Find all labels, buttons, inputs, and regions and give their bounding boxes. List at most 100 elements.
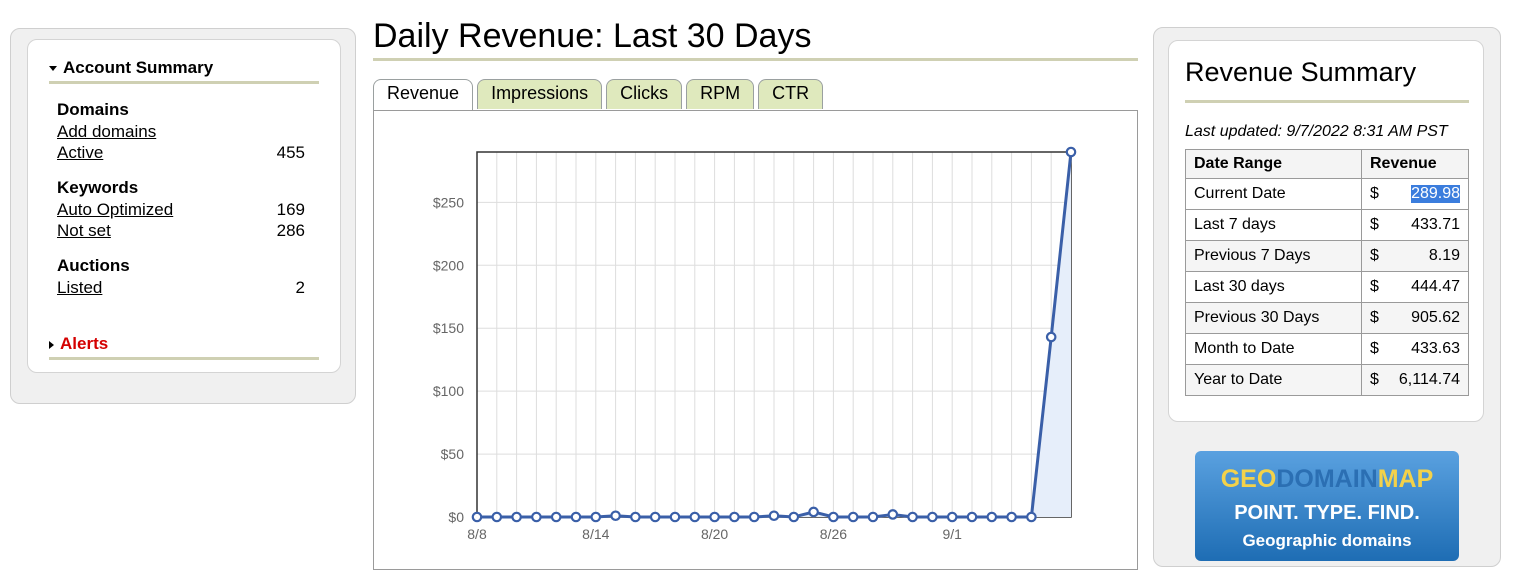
domains-title: Domains xyxy=(57,100,129,119)
data-point xyxy=(471,511,483,523)
tab-ctr[interactable]: CTR xyxy=(758,79,824,109)
row-value: 433.71 xyxy=(1411,216,1460,233)
currency-symbol: $ xyxy=(1370,247,1379,264)
x-tick-label: 8/8 xyxy=(467,526,487,542)
revenue-summary-card: Revenue Summary Last updated: 9/7/2022 8… xyxy=(1168,40,1484,422)
row-amount: $6,114.74 xyxy=(1361,364,1469,396)
row-range: Previous 7 Days xyxy=(1185,240,1362,272)
data-point xyxy=(946,511,958,523)
y-tick-label: $0 xyxy=(448,509,464,525)
tab-impressions[interactable]: Impressions xyxy=(477,79,603,109)
logo-domain: DOMAIN xyxy=(1276,465,1378,493)
currency-symbol: $ xyxy=(1370,278,1379,295)
table-row: Current Date $289.98 xyxy=(1185,178,1469,210)
tab-clicks[interactable]: Clicks xyxy=(606,79,683,109)
row-amount: $444.47 xyxy=(1361,271,1469,303)
data-point xyxy=(927,511,938,523)
row-amount: $905.62 xyxy=(1361,302,1469,334)
data-point xyxy=(491,511,503,523)
data-point xyxy=(828,511,839,523)
currency-symbol: $ xyxy=(1370,340,1379,357)
add-domains-link[interactable]: Add domains xyxy=(57,121,156,142)
account-summary-heading: Account Summary xyxy=(63,58,214,77)
banner-tagline: POINT. TYPE. FIND. xyxy=(1234,502,1420,524)
data-point xyxy=(511,511,522,523)
active-domains-count: 455 xyxy=(276,143,305,162)
tab-revenue[interactable]: Revenue xyxy=(373,79,474,111)
row-value: 433.63 xyxy=(1411,340,1460,357)
expand-triangle-icon xyxy=(49,340,54,349)
currency-symbol: $ xyxy=(1370,185,1379,202)
keywords-group: Keywords Auto Optimized 169 Not set 286 xyxy=(57,177,305,241)
data-point xyxy=(630,511,641,523)
data-point xyxy=(748,511,760,523)
y-tick-label: $150 xyxy=(433,320,464,336)
data-point xyxy=(907,511,918,523)
row-range: Current Date xyxy=(1185,178,1362,210)
col-revenue: Revenue xyxy=(1361,149,1469,179)
row-value-selected[interactable]: 289.98 xyxy=(1411,185,1460,203)
data-point xyxy=(867,511,879,523)
data-point xyxy=(1026,511,1037,523)
x-tick-label: 8/26 xyxy=(820,526,847,542)
table-header-row: Date Range Revenue xyxy=(1185,149,1469,179)
data-point xyxy=(887,509,899,520)
data-point xyxy=(788,511,800,523)
last-updated: Last updated: 9/7/2022 8:31 AM PST xyxy=(1185,123,1448,140)
account-summary-header[interactable]: Account Summary xyxy=(49,58,319,84)
listed-link[interactable]: Listed xyxy=(57,277,102,298)
data-point xyxy=(531,511,542,523)
data-point xyxy=(689,511,701,523)
data-point xyxy=(1045,331,1057,343)
data-point xyxy=(590,511,602,523)
account-summary-card: Account Summary Domains Add domains Acti… xyxy=(27,39,341,373)
data-point xyxy=(610,510,621,522)
currency-symbol: $ xyxy=(1370,309,1379,326)
auto-optimized-link[interactable]: Auto Optimized xyxy=(57,199,173,220)
row-value: 8.19 xyxy=(1428,247,1460,264)
row-amount: $289.98 xyxy=(1361,178,1469,210)
table-row: Month to Date $433.63 xyxy=(1185,333,1469,365)
geodomainmap-logo: GEODOMAINMAP xyxy=(1195,465,1459,494)
revenue-chart-panel: $0 $50 $100 $150 $200 $250 8/8 8/14 8/20 8/26 9/1 xyxy=(373,110,1138,570)
table-row: Year to Date $6,114.74 xyxy=(1185,364,1469,396)
x-tick-label: 8/14 xyxy=(582,526,609,542)
row-amount: $433.71 xyxy=(1361,209,1469,241)
y-tick-label: $250 xyxy=(433,194,464,210)
row-range: Previous 30 Days xyxy=(1185,302,1362,334)
tab-rpm[interactable]: RPM xyxy=(686,79,755,109)
metric-tabs: Revenue Impressions Clicks RPM CTR xyxy=(373,79,827,111)
listed-count: 2 xyxy=(295,278,305,297)
currency-symbol: $ xyxy=(1370,371,1379,388)
alerts-heading: Alerts xyxy=(60,334,109,353)
table-row: Previous 7 Days $8.19 xyxy=(1185,240,1469,272)
row-range: Last 7 days xyxy=(1185,209,1362,241)
table-row: Previous 30 Days $905.62 xyxy=(1185,302,1469,334)
data-point xyxy=(1065,146,1077,158)
revenue-summary-title: Revenue Summary xyxy=(1185,57,1469,103)
logo-geo: GEO xyxy=(1220,465,1277,493)
data-point xyxy=(709,511,720,523)
not-set-link[interactable]: Not set xyxy=(57,220,111,241)
revenue-summary-table: Date Range Revenue Current Date $289.98 … xyxy=(1185,149,1469,396)
banner-subline: Geographic domains xyxy=(1242,531,1412,550)
x-tick-label: 8/20 xyxy=(701,526,728,542)
geodomainmap-ad-banner[interactable]: GEODOMAINMAP POINT. TYPE. FIND. Geograph… xyxy=(1195,451,1459,561)
revenue-chart: $0 $50 $100 $150 $200 $250 8/8 8/14 8/20 8/26 9/1 xyxy=(433,146,1077,542)
not-set-count: 286 xyxy=(276,221,305,240)
col-date-range: Date Range xyxy=(1185,149,1362,179)
y-tick-label: $100 xyxy=(433,383,464,399)
row-amount: $433.63 xyxy=(1361,333,1469,365)
row-value: 905.62 xyxy=(1411,309,1460,326)
active-domains-link[interactable]: Active xyxy=(57,142,103,163)
keywords-title: Keywords xyxy=(57,178,139,197)
logo-map: MAP xyxy=(1377,465,1434,493)
y-tick-label: $200 xyxy=(433,257,464,273)
data-point xyxy=(550,511,562,523)
table-row: Last 30 days $444.47 xyxy=(1185,271,1469,303)
data-point xyxy=(669,511,681,523)
data-point xyxy=(649,511,661,523)
table-row: Last 7 days $433.71 xyxy=(1185,209,1469,241)
alerts-header[interactable]: Alerts xyxy=(49,334,319,360)
data-point xyxy=(847,511,859,523)
